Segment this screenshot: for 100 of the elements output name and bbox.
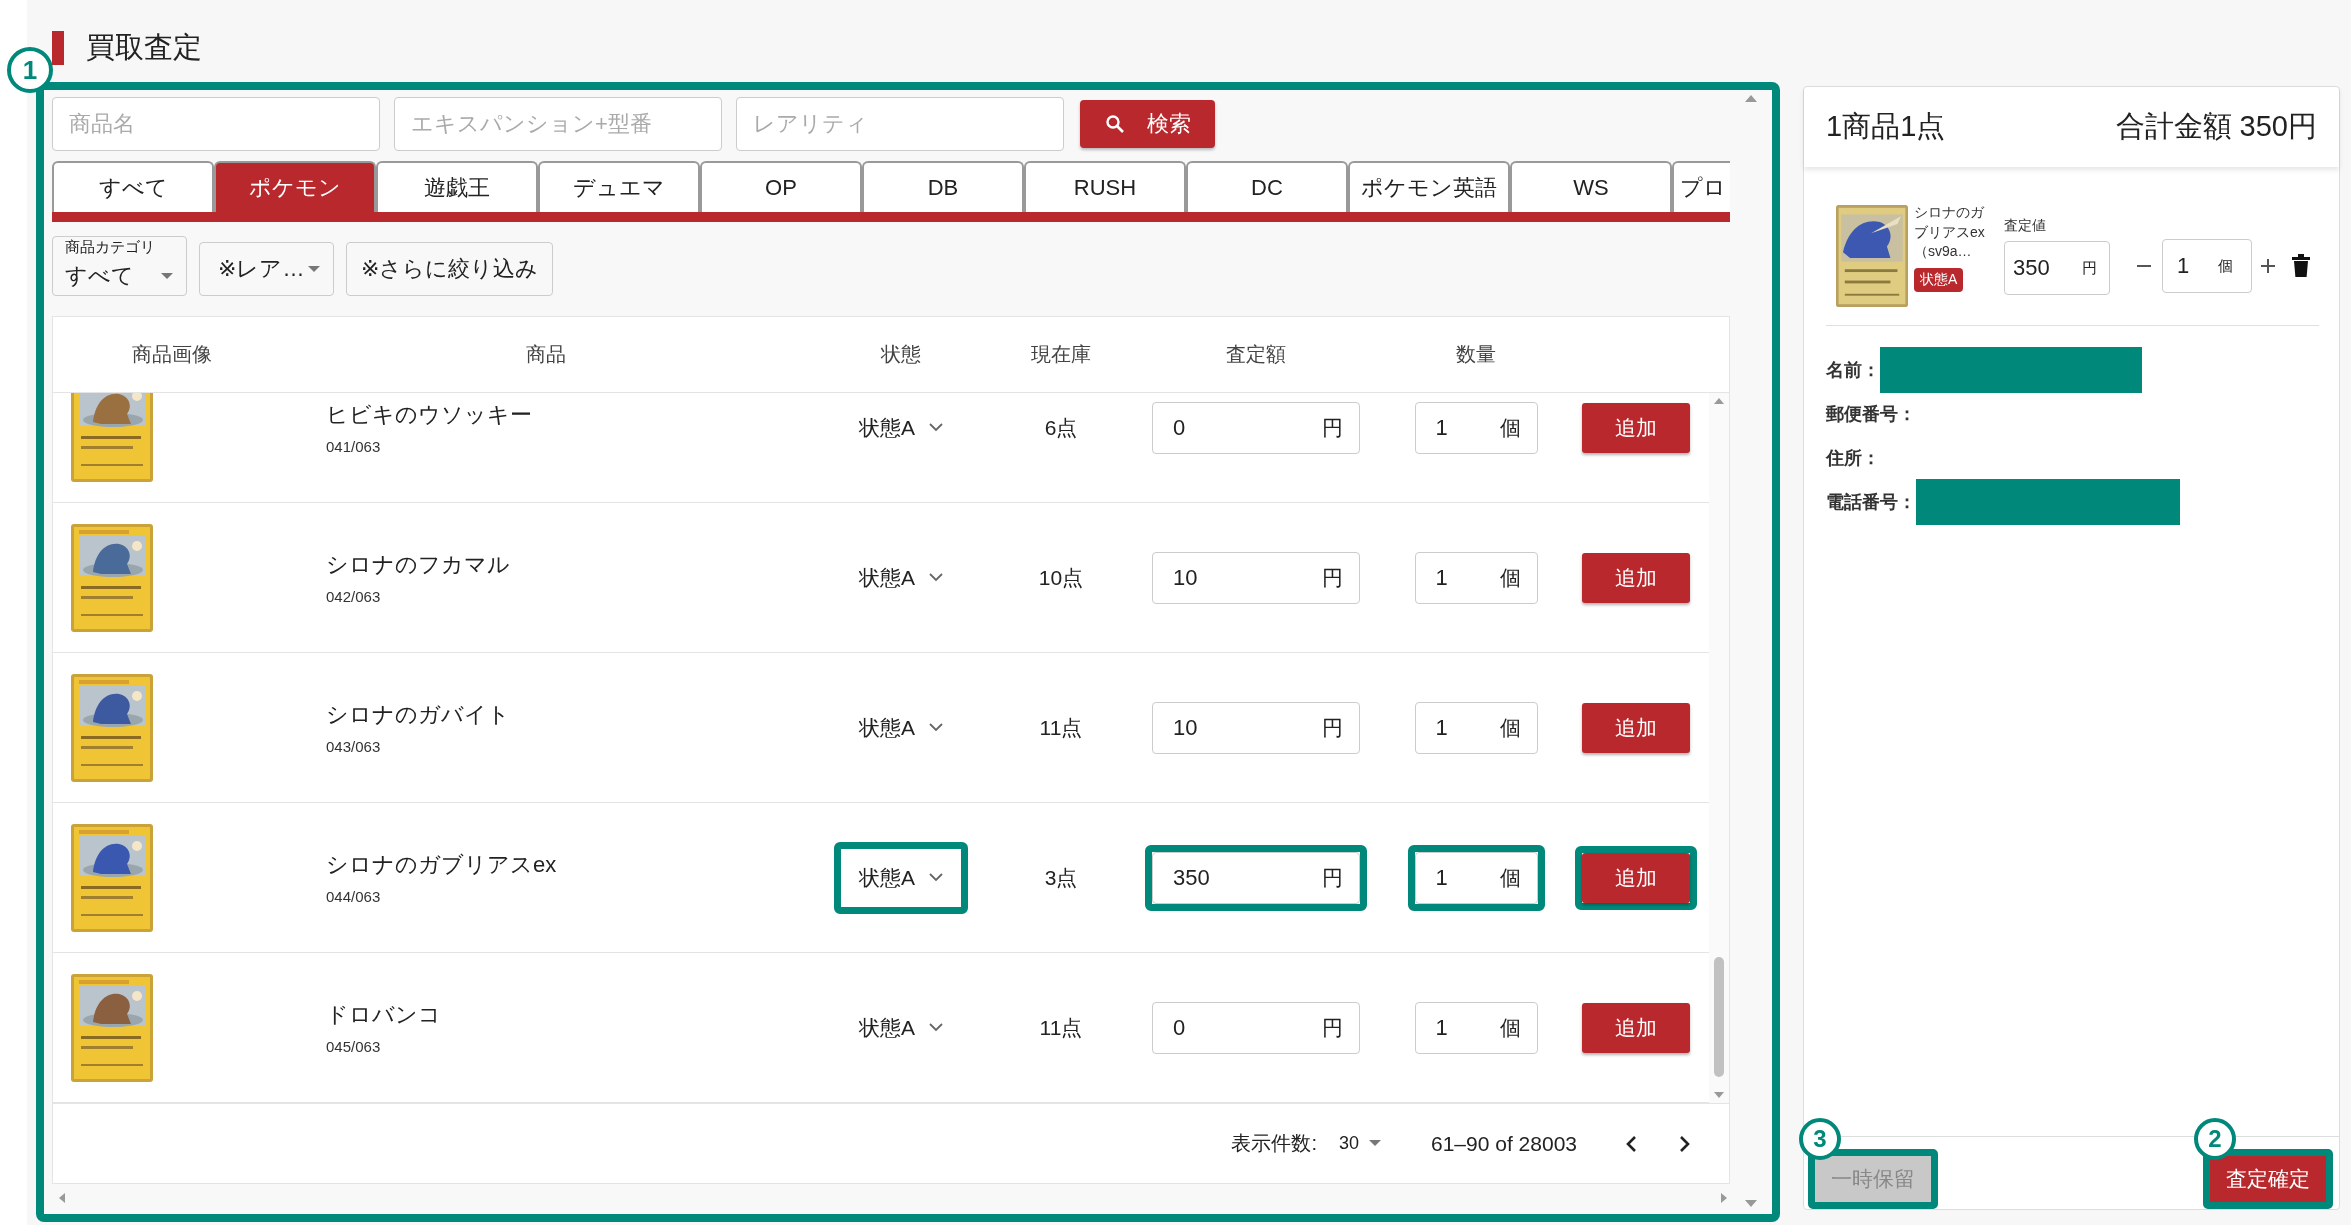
quantity-field[interactable]: 1 個: [2162, 239, 2252, 293]
page-size-label: 表示件数:: [1231, 1131, 1317, 1156]
scroll-down-icon[interactable]: [1745, 1199, 1757, 1208]
price-field[interactable]: 10 円: [1152, 551, 1360, 604]
quantity-field[interactable]: 1 個: [1414, 1001, 1538, 1054]
category-tab[interactable]: RUSH: [1024, 161, 1186, 212]
category-tab[interactable]: デュエマ: [538, 161, 700, 212]
search-button[interactable]: 検索: [1080, 100, 1215, 148]
unit-label: 個: [2218, 256, 2233, 276]
card-number: 045/063: [326, 1038, 382, 1055]
column-header: 状態: [880, 342, 922, 367]
product-name: シロナのガバイト: [326, 701, 511, 729]
price-field[interactable]: 350 円: [1152, 851, 1360, 904]
unit-label: 円: [1322, 1014, 1343, 1041]
cart-total: 合計金額 350円: [2115, 109, 2317, 144]
add-button[interactable]: 追加: [1582, 702, 1690, 753]
title-accent-bar: [52, 31, 64, 65]
scroll-left-icon[interactable]: [58, 1193, 66, 1203]
scroll-up-icon[interactable]: [1745, 94, 1757, 103]
rarity-select[interactable]: ※レア…: [199, 242, 334, 296]
dropdown-arrow-icon: [307, 265, 321, 273]
product-name: シロナのガブリアスex: [326, 851, 558, 879]
scroll-right-icon[interactable]: [1720, 1193, 1728, 1203]
page-range: 61–90 of 28003: [1431, 1131, 1577, 1156]
quantity-field[interactable]: 1 個: [1414, 701, 1538, 754]
dropdown-arrow-icon: [160, 272, 174, 280]
add-button[interactable]: 追加: [1582, 852, 1690, 903]
price-field[interactable]: 0 円: [1152, 1001, 1360, 1054]
quantity-field[interactable]: 1 個: [1414, 551, 1538, 604]
column-header: 現在庫: [1030, 342, 1092, 367]
category-tab[interactable]: WS: [1510, 161, 1672, 212]
unit-label: 個: [1499, 564, 1521, 591]
chevron-down-icon: [929, 1023, 943, 1032]
category-tab[interactable]: ポケモン: [214, 161, 376, 212]
page-title: 買取査定: [86, 30, 202, 65]
category-tab[interactable]: OP: [700, 161, 862, 212]
next-page-icon[interactable]: [1679, 1134, 1691, 1153]
trash-icon[interactable]: [2292, 254, 2310, 278]
info-label: 郵便番号：: [1826, 403, 1916, 426]
search-field[interactable]: エキスパンション+型番: [394, 97, 722, 151]
condition-select[interactable]: 状態A: [841, 698, 961, 757]
unit-label: 円: [1322, 864, 1343, 891]
quantity-field[interactable]: 1 個: [1414, 401, 1538, 454]
unit-label: 円: [1322, 714, 1343, 741]
product-name: シロナのフカマル: [326, 551, 511, 579]
quantity-field[interactable]: 1 個: [1414, 851, 1538, 904]
card-number: 042/063: [326, 588, 382, 605]
condition-tag: 状態A: [1914, 267, 1964, 292]
product-name: ドロバンコ: [326, 1001, 442, 1029]
category-tab[interactable]: すべて: [52, 161, 214, 212]
stock-count: 11点: [1039, 1014, 1083, 1041]
add-button[interactable]: 追加: [1582, 552, 1690, 603]
previous-page-icon[interactable]: [1625, 1134, 1637, 1153]
search-field[interactable]: 商品名: [52, 97, 380, 151]
chevron-down-icon: [929, 873, 943, 882]
unit-label: 個: [1499, 714, 1521, 741]
stock-count: 6点: [1044, 414, 1078, 441]
scroll-down-icon[interactable]: [1714, 1091, 1724, 1099]
cart-item-name: シロナのガブリアスex（sv9a…: [1914, 203, 1986, 262]
card-number: 044/063: [326, 888, 382, 905]
condition-select[interactable]: 状態A: [841, 848, 961, 907]
scrollbar[interactable]: [1709, 393, 1729, 1103]
unit-label: 個: [1499, 864, 1521, 891]
cart-summary: 1商品1点: [1826, 109, 1946, 144]
category-tab[interactable]: ポケモン英語: [1348, 161, 1510, 212]
category-tab[interactable]: プロ: [1672, 161, 1730, 212]
stock-count: 10点: [1038, 564, 1084, 591]
chevron-down-icon: [929, 573, 943, 582]
category-tab[interactable]: DC: [1186, 161, 1348, 212]
confirm-button[interactable]: 査定確定: [2210, 1156, 2326, 1202]
condition-select[interactable]: 状態A: [841, 548, 961, 607]
dropdown-arrow-icon: [1369, 1140, 1381, 1147]
category-tab[interactable]: DB: [862, 161, 1024, 212]
search-field[interactable]: レアリティ: [736, 97, 1064, 151]
callout-number: 1: [7, 47, 53, 93]
scrollbar-thumb[interactable]: [1714, 957, 1724, 1077]
field-label: 商品カテゴリ: [65, 239, 156, 256]
card-number: 041/063: [326, 438, 382, 455]
page-size-select[interactable]: 30: [1339, 1133, 1381, 1154]
unit-label: 個: [1499, 1014, 1521, 1041]
price-field[interactable]: 10 円: [1152, 701, 1360, 754]
stock-count: 3点: [1044, 864, 1078, 891]
info-label: 名前：: [1826, 359, 1880, 382]
category-select[interactable]: 商品カテゴリ すべて: [52, 236, 187, 296]
info-label: 電話番号：: [1826, 491, 1916, 514]
add-button[interactable]: 追加: [1582, 402, 1690, 453]
condition-select[interactable]: 状態A: [841, 398, 961, 457]
product-name: ヒビキのウソッキー: [326, 401, 533, 429]
price-field[interactable]: 0 円: [1152, 401, 1360, 454]
add-button[interactable]: 追加: [1582, 1002, 1690, 1053]
search-icon: [1104, 114, 1125, 134]
condition-select[interactable]: 状態A: [841, 998, 961, 1057]
plus-icon[interactable]: [2260, 258, 2276, 274]
scroll-up-icon[interactable]: [1714, 397, 1724, 405]
chevron-down-icon: [929, 723, 943, 732]
callout-number: 3: [1799, 1118, 1841, 1160]
category-tab[interactable]: 遊戯王: [376, 161, 538, 212]
unit-label: 円: [1322, 564, 1343, 591]
price-field[interactable]: 350 円: [2004, 241, 2110, 295]
refine-button[interactable]: ※さらに絞り込み: [346, 242, 554, 296]
